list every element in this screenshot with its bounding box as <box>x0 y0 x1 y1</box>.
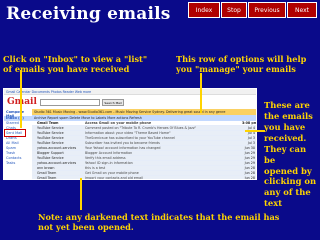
email-subject[interactable]: Subscriber has invited you to become fri… <box>85 141 242 145</box>
email-sender[interactable]: Blogger Support <box>37 151 85 155</box>
next-button[interactable]: Next <box>287 2 317 18</box>
email-sender[interactable]: YouTube Service <box>37 126 85 130</box>
email-sender[interactable]: ann brown <box>37 166 85 170</box>
email-date: Jul 3 <box>247 136 255 140</box>
email-subject[interactable]: Yahoo! ID sign-in information <box>85 161 242 165</box>
email-date: Jul 3 <box>247 141 255 145</box>
emails-callout-line: text <box>264 198 283 209</box>
gmail-header: Gmail Search Mail <box>4 95 256 109</box>
emails-callout-line: you have <box>264 121 306 132</box>
emails-callout-line: opened by <box>264 165 312 176</box>
email-sender[interactable]: YouTube Service <box>37 131 85 135</box>
emails-callout-line: received. <box>264 132 307 143</box>
email-row[interactable]: Gmail Team Import your contacts and old e… <box>32 176 256 180</box>
email-sender[interactable]: yahoo-account-services <box>37 161 85 165</box>
emails-callout-line: They can be <box>264 143 307 165</box>
inbox-highlight-box <box>4 129 26 137</box>
note-callout-line1: Note: any darkened text indicates that t… <box>38 212 280 222</box>
emails-arrow <box>245 130 265 132</box>
emails-callout: These are the emails you have received. … <box>264 100 320 209</box>
gmail-search-input[interactable] <box>40 99 100 106</box>
email-date: Jun 28 <box>244 176 255 180</box>
inbox-callout: Click on "Inbox" to view a "list" of ema… <box>3 54 147 75</box>
email-sender[interactable]: YouTube Service <box>37 136 85 140</box>
gmail-left-nav: Compose Mail Inbox (1) Starred Chats Sen… <box>4 109 32 179</box>
stop-button[interactable]: Stop <box>221 2 247 18</box>
toolbar-arrow <box>200 73 202 113</box>
tasks-link[interactable]: Tasks <box>4 161 32 166</box>
note-callout: Note: any darkened text indicates that t… <box>38 212 279 233</box>
email-subject[interactable]: Verify this email address <box>85 156 242 160</box>
emails-callout-line: the emails <box>264 110 313 121</box>
email-subject[interactable]: Blogger Account Information <box>85 151 242 155</box>
email-subject[interactable]: this is a test <box>85 166 242 170</box>
inbox-arrow <box>20 70 22 128</box>
email-subject[interactable]: Access Gmail on your mobile phone <box>85 121 242 125</box>
email-subject[interactable]: Comment posted on "Tribute To R. Crumb's… <box>85 126 242 130</box>
page-title: Receiving emails <box>6 4 171 24</box>
email-sender[interactable]: yahoo-account-services <box>37 146 85 150</box>
inbox-callout-line1: Click on "Inbox" to view a "list" <box>3 54 148 64</box>
email-subject[interactable]: Your Yahoo! account information has chan… <box>85 146 242 150</box>
email-date: 3:08 pm <box>242 121 256 125</box>
note-arrow <box>80 178 82 210</box>
email-date: Jun 29 <box>244 161 255 165</box>
email-date: Jun 28 <box>244 166 255 170</box>
email-sender[interactable]: YouTube Service <box>37 156 85 160</box>
email-date: Jun 29 <box>244 156 255 160</box>
emails-callout-line: clicking on <box>264 176 317 187</box>
email-subject[interactable]: Import your contacts and old email <box>85 176 242 179</box>
email-subject[interactable]: TheScenicsue has subscribed to your YouT… <box>85 136 242 140</box>
inbox-callout-line2: of emails you have received <box>3 64 130 75</box>
email-date: Jun 29 <box>244 151 255 155</box>
email-subject[interactable]: Information about your video "Theme Base… <box>85 131 242 135</box>
emails-callout-line: any of the <box>264 187 311 198</box>
email-sender[interactable]: Gmail Team <box>37 121 85 125</box>
note-callout-line2: not yet been opened. <box>38 222 134 233</box>
index-button[interactable]: Index <box>188 2 220 18</box>
gmail-search-button[interactable]: Search Mail <box>102 99 124 106</box>
email-sender[interactable]: Gmail Team <box>37 176 85 179</box>
email-sender[interactable]: Gmail Team <box>37 171 85 175</box>
email-date: Jun 28 <box>244 171 255 175</box>
options-row-callout-line2: you "manage" your emails <box>176 64 296 75</box>
gmail-inbox-list: Studio 361 Music Moving - www.Studio361.… <box>32 109 256 179</box>
options-row-callout: This row of options will help you "manag… <box>176 54 306 75</box>
email-subject[interactable]: Get Gmail on your mobile phone <box>85 171 242 175</box>
email-sender[interactable]: YouTube Service <box>37 141 85 145</box>
previous-button[interactable]: Previous <box>248 2 286 18</box>
options-row-callout-line1: This row of options will help <box>176 54 307 64</box>
emails-callout-line: These are <box>264 100 310 110</box>
gmail-screenshot: Gmail Calendar Documents Photos Reader W… <box>3 88 257 180</box>
compose-mail-link[interactable]: Compose Mail <box>4 109 32 118</box>
email-date: Jun 30 <box>244 146 255 150</box>
